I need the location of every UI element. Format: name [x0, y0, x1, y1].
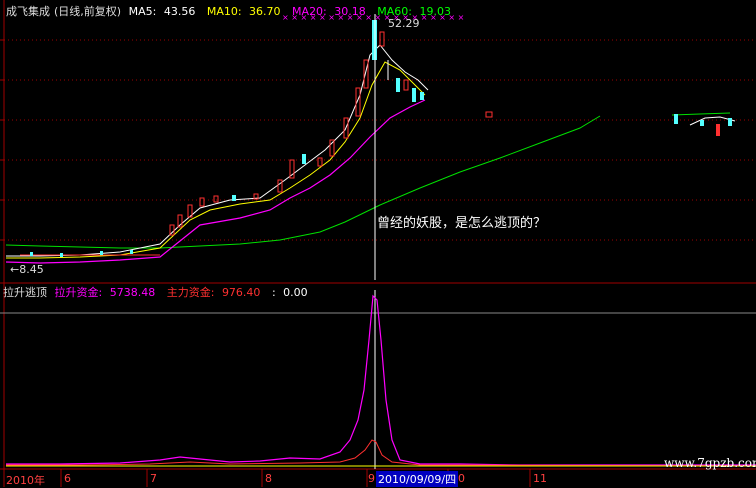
cursor-date-label: 2010/09/09/四: [376, 471, 459, 487]
indicator-name[interactable]: 拉升逃顶: [3, 286, 47, 299]
chart-frame: [0, 0, 756, 487]
ma20-line: [5, 99, 426, 264]
x-label-2010: 2010年: [6, 474, 45, 487]
ma60-line-right: [671, 112, 731, 116]
kline-chart-canvas[interactable]: × × × × × × × × × × × × × × × × × × × ×: [0, 0, 756, 487]
lift-funds-line: [6, 294, 756, 466]
main-funds-label: 主力资金: 976.40: [166, 286, 261, 299]
ma5-label: MA5: 43.56: [128, 5, 196, 18]
low-price-label: ←8.45: [10, 263, 44, 276]
x-label-6: 6: [64, 472, 71, 485]
ma10-label: MA10: 36.70: [206, 5, 281, 18]
chart-annotation: 曾经的妖股，是怎么逃顶的？: [377, 216, 547, 231]
stock-name[interactable]: 成飞集成: [6, 5, 50, 18]
candlesticks[interactable]: [20, 20, 732, 257]
ma5-line: [6, 44, 429, 257]
x-label-7: 7: [150, 472, 157, 485]
x-label-9: 9: [368, 472, 375, 485]
lift-funds-label: 拉升资金: 5738.48: [54, 286, 156, 299]
x-label-8: 8: [265, 472, 272, 485]
ma20-label: MA20: 30.18: [292, 5, 366, 18]
watermark-text: www.7gpzb.com: [664, 456, 756, 470]
stock-mode: (日线,前复权): [54, 5, 122, 18]
indicator-header: 拉升逃顶 拉升资金: 5738.48 主力资金: 976.40 : 0.00: [3, 284, 316, 300]
x-label-11: 11: [533, 472, 547, 485]
high-price-label: 52.29: [388, 17, 420, 30]
main-funds-line: [6, 439, 756, 467]
extra-value-label: : 0.00: [271, 286, 308, 299]
